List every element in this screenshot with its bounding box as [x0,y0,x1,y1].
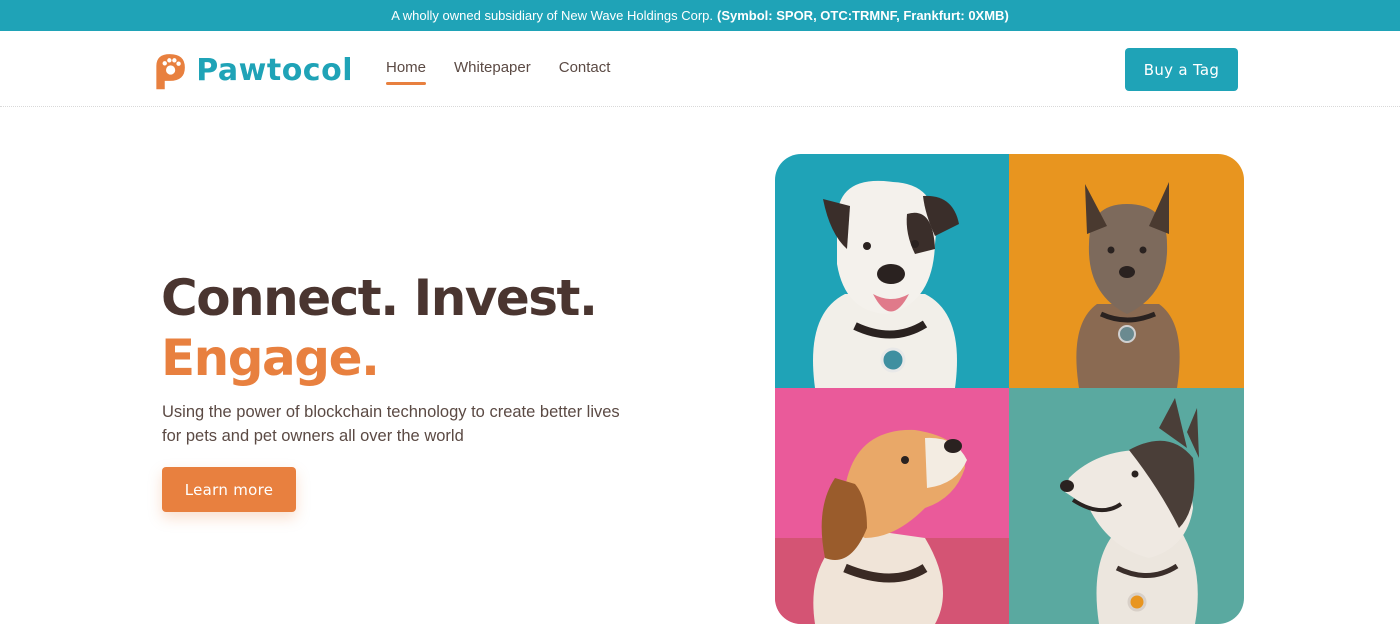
brand-logo[interactable]: Pawtocol [153,44,353,96]
dog-photo-yorkie [1009,154,1244,388]
dog-photo-collage [775,154,1244,624]
dog-photo-husky [1009,388,1244,624]
dog-photo-white-dog [775,154,1009,388]
nav-item-whitepaper[interactable]: Whitepaper [454,59,531,76]
paw-logo-icon [156,54,185,90]
main-nav: Home Whitepaper Contact [386,59,638,85]
announcement-symbols: (Symbol: SPOR, OTC:TRMNF, Frankfurt: 0XM… [717,8,1009,23]
hero-headline-line1: Connect. Invest. [161,269,598,327]
nav-item-home[interactable]: Home [386,59,427,85]
nav-item-contact[interactable]: Contact [559,59,611,76]
yorkie-image [1009,154,1244,388]
beagle-image [775,388,1009,624]
brand-name: Pawtocol [196,52,353,88]
site-header: Pawtocol Home Whitepaper Contact Buy a T… [0,31,1400,107]
hero-headline: Connect. Invest. Engage. [161,268,598,388]
husky-image [1009,388,1244,624]
buy-a-tag-button[interactable]: Buy a Tag [1125,48,1238,91]
white-dog-image [775,154,1009,388]
announcement-bar: A wholly owned subsidiary of New Wave Ho… [0,0,1400,31]
dog-photo-beagle [775,388,1009,624]
learn-more-button[interactable]: Learn more [162,467,296,512]
hero-headline-line2: Engage. [161,329,380,387]
hero-subtitle: Using the power of blockchain technology… [162,403,620,445]
announcement-text: A wholly owned subsidiary of New Wave Ho… [391,8,713,23]
